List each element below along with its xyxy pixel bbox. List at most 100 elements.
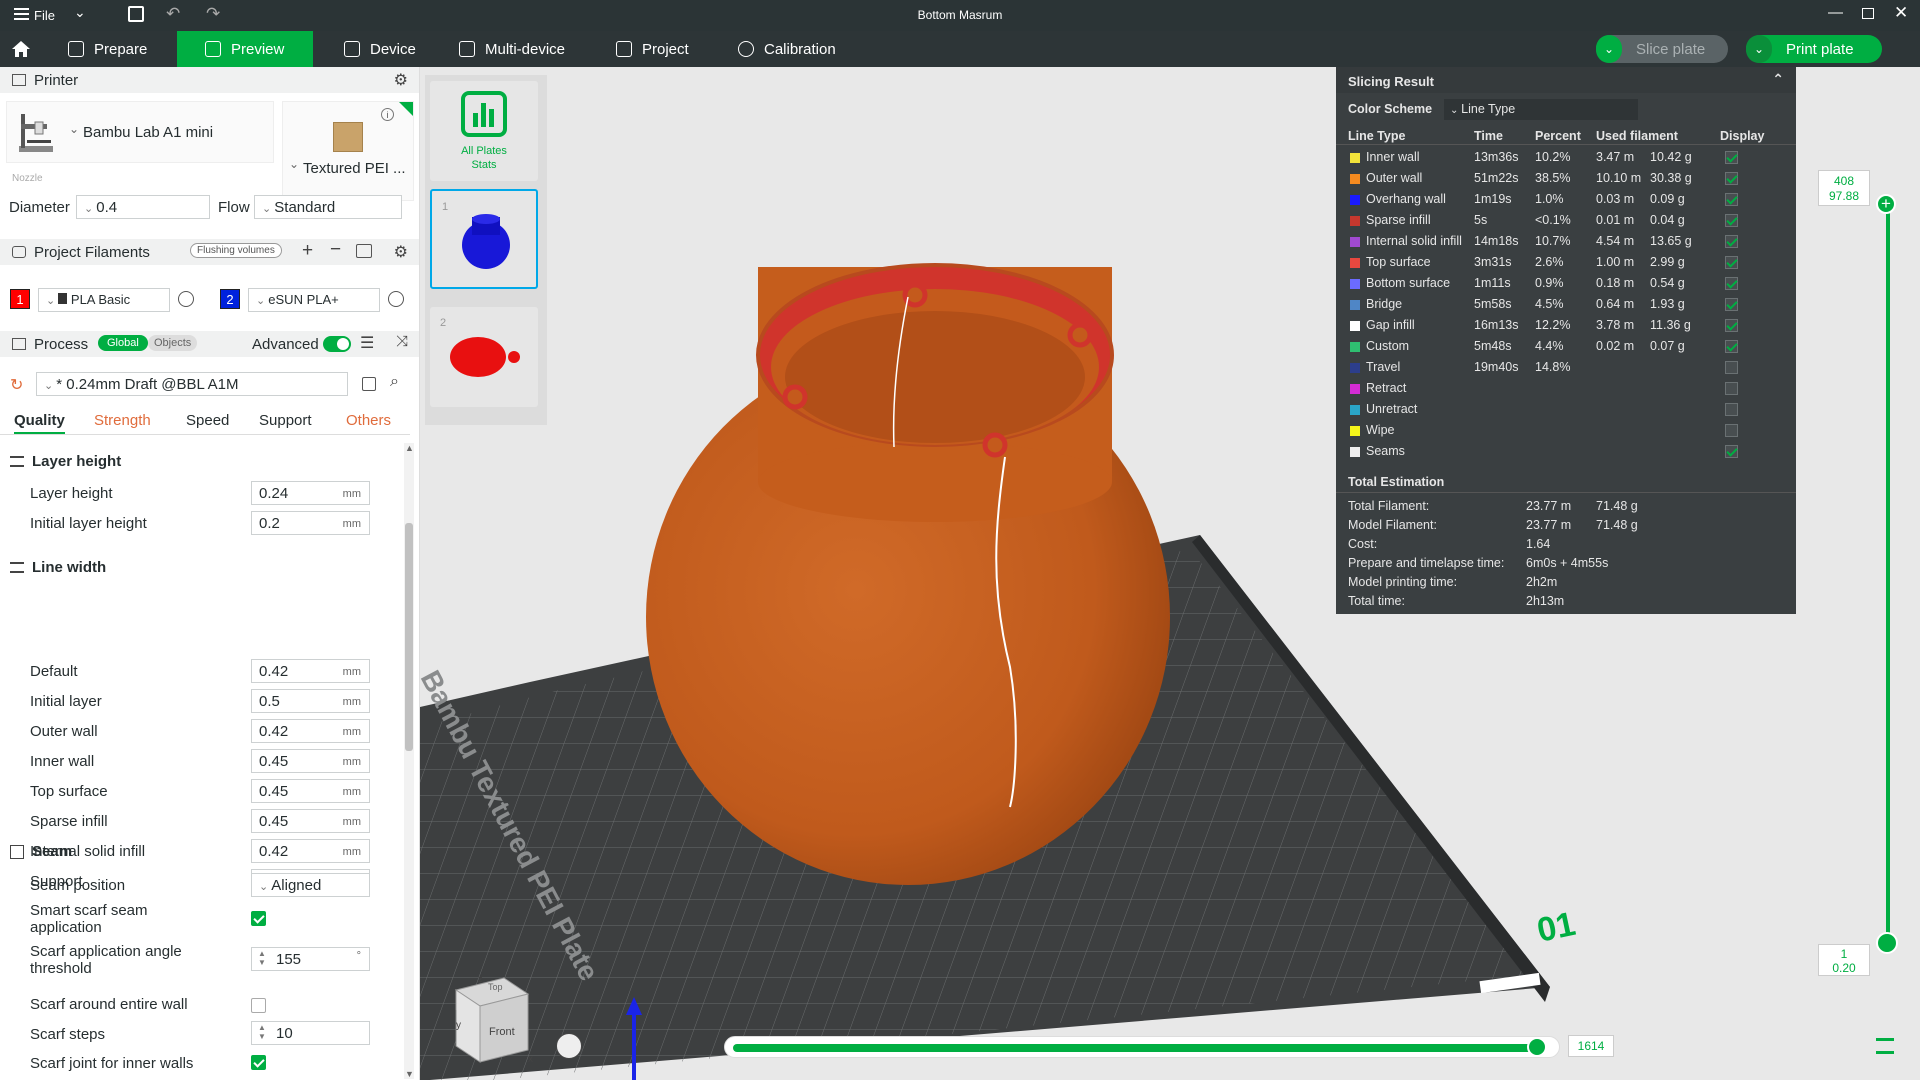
move-slider[interactable] bbox=[724, 1036, 1560, 1058]
camera-reset-icon[interactable] bbox=[556, 1033, 582, 1059]
tab-preview[interactable]: Preview bbox=[177, 31, 313, 67]
layer-height-input[interactable]: 0.24 mm bbox=[251, 481, 370, 505]
subtab-speed[interactable]: Speed bbox=[186, 412, 229, 429]
tab-multi-device[interactable]: Multi-device bbox=[443, 31, 593, 67]
info-icon[interactable]: i bbox=[381, 108, 394, 121]
add-icon[interactable]: + bbox=[302, 240, 313, 262]
compare-icon[interactable]: ⤨ bbox=[396, 333, 408, 350]
list-icon[interactable]: ☰ bbox=[360, 333, 374, 353]
filament-options-icon[interactable] bbox=[388, 291, 404, 307]
line-width-input[interactable]: 0.45 mm bbox=[251, 809, 370, 833]
filament-select[interactable]: ⌄ eSUN PLA+ bbox=[248, 288, 380, 312]
layer-top-handle[interactable]: + bbox=[1876, 194, 1896, 214]
layer-slider[interactable] bbox=[1882, 168, 1912, 958]
tab-calibration[interactable]: Calibration bbox=[722, 31, 872, 67]
chevron-down-icon: ⌄ bbox=[44, 380, 57, 392]
display-checkbox[interactable] bbox=[1725, 361, 1738, 374]
filament-select[interactable]: ⌄ PLA Basic bbox=[38, 288, 170, 312]
print-plate-button[interactable]: ⌄ Print plate bbox=[1746, 35, 1882, 63]
line-width-input[interactable]: 0.45 mm bbox=[251, 749, 370, 773]
display-checkbox[interactable] bbox=[1725, 193, 1738, 206]
minimize-icon[interactable]: — bbox=[1828, 4, 1843, 21]
tab-prepare[interactable]: Prepare bbox=[52, 31, 176, 67]
subtab-others[interactable]: Others bbox=[346, 412, 391, 429]
color-swatch bbox=[1350, 237, 1360, 247]
line-width-input[interactable]: 0.42mm bbox=[251, 839, 370, 863]
initial-layer-height-input[interactable]: 0.2 mm bbox=[251, 511, 370, 535]
line-width-input[interactable]: 0.5 mm bbox=[251, 689, 370, 713]
print-dropdown-icon[interactable]: ⌄ bbox=[1746, 35, 1772, 63]
home-icon[interactable] bbox=[10, 38, 32, 60]
close-icon[interactable]: ✕ bbox=[1894, 3, 1908, 23]
printer-card[interactable]: ⌄ Bambu Lab A1 mini bbox=[6, 101, 274, 163]
slice-dropdown-icon[interactable]: ⌄ bbox=[1596, 35, 1622, 63]
line-width-input[interactable]: 0.42mm bbox=[251, 659, 370, 683]
scarf-angle-stepper[interactable]: ▲ ▼ 155 ° bbox=[251, 947, 370, 971]
collapse-icon[interactable]: ⌃ bbox=[1772, 71, 1784, 88]
color-swatch bbox=[1350, 363, 1360, 373]
display-checkbox[interactable] bbox=[1725, 151, 1738, 164]
reset-icon[interactable]: ↻ bbox=[10, 375, 23, 395]
filaments-section-header: Project Filaments Flushing volumes + − ⚙ bbox=[0, 239, 419, 265]
layers-icon bbox=[10, 456, 24, 467]
seam-position-select[interactable]: ⌄ Aligned bbox=[251, 873, 370, 897]
objects-toggle[interactable]: Objects bbox=[148, 335, 198, 351]
tab-device[interactable]: Device bbox=[328, 31, 448, 67]
maximize-icon[interactable] bbox=[1862, 8, 1874, 19]
tab-project[interactable]: Project bbox=[600, 31, 720, 67]
global-toggle[interactable]: Global bbox=[98, 335, 148, 351]
move-slider-handle[interactable] bbox=[1527, 1037, 1547, 1057]
subtab-strength[interactable]: Strength bbox=[94, 412, 151, 429]
display-checkbox[interactable] bbox=[1725, 298, 1738, 311]
scarf-entire-wall-checkbox[interactable] bbox=[251, 998, 266, 1013]
plate-2-thumbnail[interactable]: 2 bbox=[430, 307, 538, 407]
cube-icon bbox=[68, 41, 84, 57]
gear-icon[interactable]: ⚙ bbox=[394, 242, 408, 262]
color-swatch bbox=[1350, 174, 1360, 184]
display-checkbox[interactable] bbox=[1725, 256, 1738, 269]
display-checkbox[interactable] bbox=[1725, 340, 1738, 353]
display-checkbox[interactable] bbox=[1725, 445, 1738, 458]
flushing-volumes-button[interactable]: Flushing volumes bbox=[190, 243, 282, 258]
display-checkbox[interactable] bbox=[1725, 214, 1738, 227]
filament-options-icon[interactable] bbox=[178, 291, 194, 307]
color-scheme-select[interactable]: ⌄ Line Type bbox=[1444, 99, 1638, 120]
filament-slot-1[interactable]: 1 ⌄ PLA Basic bbox=[8, 288, 198, 312]
display-checkbox[interactable] bbox=[1725, 235, 1738, 248]
line-type-header: Line Type Time Percent Used filament Dis… bbox=[1336, 125, 1796, 145]
diameter-select[interactable]: ⌄ 0.4 bbox=[76, 195, 210, 219]
line-width-input[interactable]: 0.42mm bbox=[251, 719, 370, 743]
display-checkbox[interactable] bbox=[1725, 319, 1738, 332]
display-checkbox[interactable] bbox=[1725, 172, 1738, 185]
plate-1-thumbnail[interactable]: 1 bbox=[430, 189, 538, 289]
layer-bottom-handle[interactable] bbox=[1876, 932, 1898, 954]
scarf-steps-stepper[interactable]: ▲ ▼ 10 bbox=[251, 1021, 370, 1045]
scarf-inner-walls-checkbox[interactable] bbox=[251, 1055, 266, 1070]
sync-icon[interactable] bbox=[356, 244, 372, 258]
line-width-label: Inner wall bbox=[30, 753, 95, 770]
display-checkbox[interactable] bbox=[1725, 382, 1738, 395]
search-icon[interactable]: ⌕ bbox=[390, 373, 399, 391]
display-checkbox[interactable] bbox=[1725, 277, 1738, 290]
subtab-quality[interactable]: Quality bbox=[14, 412, 65, 434]
all-plates-stats-button[interactable]: All Plates Stats bbox=[430, 81, 538, 181]
display-checkbox[interactable] bbox=[1725, 424, 1738, 437]
filament-slot-2[interactable]: 2 ⌄ eSUN PLA+ bbox=[218, 288, 418, 312]
remove-icon[interactable]: − bbox=[330, 239, 341, 261]
process-preset-select[interactable]: ⌄ * 0.24mm Draft @BBL A1M bbox=[36, 372, 348, 396]
color-swatch bbox=[1350, 258, 1360, 268]
line-width-input[interactable]: 0.45 mm bbox=[251, 779, 370, 803]
view-orientation-cube[interactable]: Top Front z y x bbox=[442, 970, 538, 1070]
settings-scrollbar[interactable]: ▲ ▼ bbox=[404, 443, 414, 1079]
subtab-support[interactable]: Support bbox=[259, 412, 312, 429]
slice-plate-button[interactable]: ⌄ Slice plate bbox=[1596, 35, 1728, 63]
plate-type-card[interactable]: i ⌄ Textured PEI ... bbox=[282, 101, 414, 201]
smart-scarf-checkbox[interactable] bbox=[251, 911, 266, 926]
display-checkbox[interactable] bbox=[1725, 403, 1738, 416]
flow-select[interactable]: ⌄ Standard bbox=[254, 195, 402, 219]
gear-icon[interactable]: ⚙ bbox=[394, 70, 408, 90]
layers-stack-icon[interactable] bbox=[1876, 1038, 1894, 1054]
advanced-switch[interactable] bbox=[323, 336, 351, 352]
move-slider-readout: 1614 bbox=[1568, 1035, 1614, 1057]
save-preset-icon[interactable] bbox=[362, 377, 376, 391]
